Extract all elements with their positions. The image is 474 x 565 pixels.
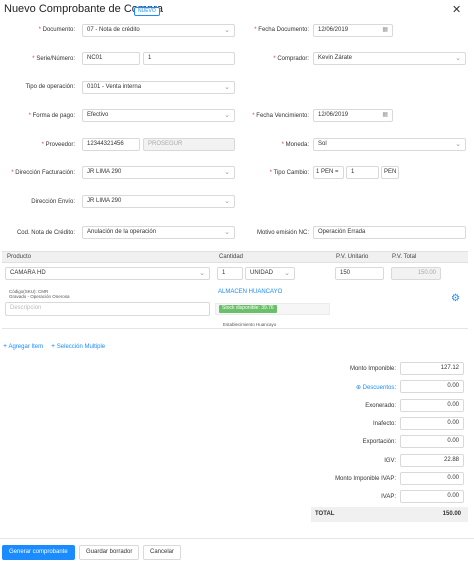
cod-nota-credito-label: Cod. Nota de Crédito:: [16, 230, 75, 236]
descuentos-value: 0.00: [400, 380, 464, 393]
exonerado-label: Exonerado:: [365, 403, 396, 409]
fecha-vencimiento-label: * Fecha Vencimiento:: [252, 113, 309, 119]
monto-imponible-ivap-value: 0.00: [400, 472, 464, 485]
forma-pago-label: * Forma de pago:: [28, 113, 75, 119]
pv-unitario-input[interactable]: 150: [335, 267, 384, 280]
cod-nota-credito-select[interactable]: Anulación de la operación ⌄: [82, 226, 235, 239]
exportacion-label: Exportación:: [362, 439, 396, 445]
tipo-cambio-currency: PEN: [381, 166, 399, 179]
exonerado-value: 0.00: [400, 399, 464, 412]
chevron-down-icon: ⌄: [199, 270, 205, 277]
exportacion-value: 0.00: [400, 435, 464, 448]
col-pv-unitario: P.V. Unitario: [336, 254, 369, 260]
chevron-down-icon: ⌄: [224, 169, 230, 176]
chevron-down-icon: ⌄: [455, 55, 461, 62]
igv-label: IGV:: [384, 458, 396, 464]
ivap-value: 0.00: [400, 490, 464, 503]
monto-imponible-value: 127.12: [400, 362, 464, 375]
calendar-icon: ▦: [382, 27, 388, 33]
tipo-cambio-unit: 1 PEN =: [313, 166, 344, 179]
direccion-envio-select[interactable]: JR LIMA 290 ⌄: [82, 195, 235, 208]
fecha-vencimiento-input[interactable]: 12/06/2019 ▦: [313, 109, 393, 122]
documento-label: * Documento:: [38, 27, 75, 33]
descripcion-input[interactable]: Descripcion: [5, 302, 210, 316]
inafecto-value: 0.00: [400, 417, 464, 430]
establecimiento-label: Establecimiento Huancayo: [223, 322, 277, 327]
chevron-down-icon: ⌄: [224, 198, 230, 205]
chevron-down-icon: ⌄: [455, 141, 461, 148]
total-label: TOTAL: [315, 511, 335, 517]
calendar-icon: ▦: [382, 112, 388, 118]
tipo-operacion-label: Tipo de operación:: [25, 84, 75, 90]
chevron-down-icon: ⌄: [224, 112, 230, 119]
new-badge: NUEVO: [134, 7, 160, 16]
gear-icon[interactable]: ⚙: [451, 293, 460, 304]
proveedor-label: * Proveedor:: [41, 142, 75, 148]
cancelar-button[interactable]: Cancelar: [143, 545, 182, 560]
guardar-borrador-button[interactable]: Guardar borrador: [79, 545, 140, 560]
chevron-down-icon: ⌄: [224, 84, 230, 91]
chevron-down-icon: ⌄: [224, 27, 230, 34]
igv-value: 22.88: [400, 454, 464, 467]
close-icon[interactable]: ✕: [452, 3, 461, 16]
col-producto: Producto: [7, 254, 32, 260]
agregar-item-link[interactable]: + Agregar Item: [3, 343, 43, 350]
forma-pago-select[interactable]: Efectivo ⌄: [82, 109, 235, 122]
ivap-label: IVAP:: [381, 494, 396, 500]
chevron-down-icon: ⌄: [224, 229, 230, 236]
inafecto-label: Inafecto:: [372, 421, 396, 427]
proveedor-ruc-input[interactable]: 12344321456: [82, 138, 140, 151]
plus-circle-icon: ⊕: [355, 385, 361, 391]
generar-comprobante-button[interactable]: Generar comprobante: [2, 545, 75, 560]
pv-total-field: 150.00: [391, 267, 441, 280]
footer-divider: [0, 538, 474, 539]
serie-numero-label: * Serie/Número:: [32, 56, 75, 62]
plus-icon: +: [51, 343, 56, 350]
chevron-down-icon: ⌄: [284, 270, 290, 277]
plus-icon: +: [3, 343, 8, 350]
fecha-documento-input[interactable]: 12/06/2019 ▦: [313, 24, 393, 37]
producto-tipo: Gravado - Operación Onerosa: [9, 294, 70, 299]
col-cantidad: Cantidad: [219, 254, 244, 260]
direccion-facturacion-label: * Dirección Facturación:: [11, 170, 75, 176]
serie-input[interactable]: NC01: [82, 52, 140, 65]
tipo-operacion-select[interactable]: 0101 - Venta interna ⌄: [82, 81, 235, 94]
descuentos-label[interactable]: ⊕ Descuentos:: [300, 384, 396, 391]
comprador-select[interactable]: Kevin Zárate ⌄: [313, 52, 466, 65]
direccion-envio-label: Dirección Envío:: [31, 199, 75, 205]
stock-badge: Stock disponible: 39.76: [219, 305, 277, 313]
moneda-label: * Moneda:: [281, 142, 309, 148]
cantidad-input[interactable]: 1: [217, 267, 243, 280]
total-value: 150.00: [442, 511, 461, 517]
documento-select[interactable]: 07 - Nota de crédito ⌄: [82, 24, 235, 37]
tipo-cambio-label: * Tipo Cambio:: [269, 170, 309, 176]
almacen-link[interactable]: ALMACEN HUANCAYO: [218, 289, 282, 295]
motivo-emision-label: Motivo emisión NC:: [256, 230, 309, 236]
producto-select[interactable]: CAMARA HD ⌄: [5, 267, 210, 280]
unidad-select[interactable]: UNIDAD ⌄: [245, 267, 295, 280]
col-pv-total: P.V. Total: [392, 254, 417, 260]
numero-input[interactable]: 1: [143, 52, 235, 65]
comprador-label: * Comprador:: [273, 56, 309, 62]
tipo-cambio-input[interactable]: 1: [346, 166, 379, 179]
direccion-facturacion-select[interactable]: JR LIMA 290 ⌄: [82, 166, 235, 179]
proveedor-nombre-field: PROSEGUR: [143, 138, 235, 151]
moneda-select[interactable]: Sol ⌄: [313, 138, 466, 151]
seleccion-multiple-link[interactable]: + Selección Multiple: [51, 343, 105, 350]
monto-imponible-ivap-label: Monto Imponible IVAP:: [335, 476, 396, 482]
monto-imponible-label: Monto Imponible:: [349, 366, 396, 372]
fecha-documento-label: * Fecha Documento:: [254, 27, 309, 33]
motivo-emision-input[interactable]: Operación Errada: [313, 226, 466, 239]
